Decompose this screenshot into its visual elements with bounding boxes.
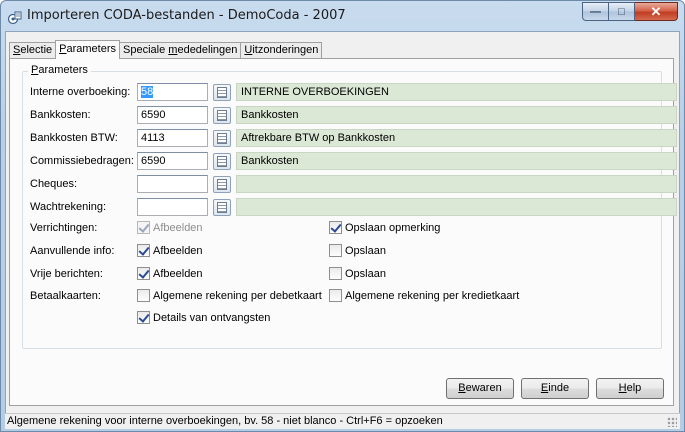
verrichtingen-afbeelden-checkbox[interactable]: Afbeelden — [137, 221, 203, 234]
lookup-list-icon — [217, 87, 227, 98]
interne-overboeking-code-input[interactable]: 58 — [137, 83, 208, 101]
button-label: ewaren — [465, 382, 502, 394]
label-cheques: Cheques: — [30, 178, 78, 190]
tab-uitzonderingen[interactable]: Uitzonderingen — [240, 42, 323, 58]
label-bankkosten-btw: Bankkosten BTW: — [30, 132, 118, 144]
groupbox-title: Parameters — [28, 64, 91, 76]
commissiebedragen-code-input[interactable]: 6590 — [137, 152, 208, 170]
tab-label-post: electie — [20, 44, 53, 56]
close-window-button[interactable]: ✕ — [635, 2, 678, 21]
tab-label-pre: Speciale — [123, 44, 169, 56]
lookup-button-bankkosten-btw[interactable] — [213, 130, 231, 147]
vrije-berichten-opslaan-checkbox[interactable]: Opslaan — [329, 267, 386, 280]
checkbox-box — [137, 289, 150, 302]
checkbox-label: Opslaan — [345, 267, 386, 280]
button-accel: B — [458, 382, 466, 394]
status-bar: Algemene rekening voor interne overboeki… — [5, 413, 680, 429]
button-label: inde — [548, 382, 570, 394]
lookup-button-interne-overboeking[interactable] — [213, 84, 231, 101]
verrichtingen-opslaan-opmerking-checkbox[interactable]: Opslaan opmerking — [329, 221, 440, 234]
window-title: Importeren CODA-bestanden - DemoCoda - 2… — [27, 8, 346, 23]
bankkosten-code-input[interactable]: 6590 — [137, 106, 208, 124]
dialog-client-area: Selectie Parameters Speciale mededelinge… — [5, 31, 680, 427]
checkbox-label: Afbeelden — [153, 244, 203, 257]
selected-code-text: 58 — [141, 86, 154, 98]
window-controls: — □ ✕ — [582, 2, 678, 22]
label-bankkosten: Bankkosten: — [30, 109, 91, 121]
title-bar[interactable]: Importeren CODA-bestanden - DemoCoda - 2… — [1, 1, 684, 31]
label-vrije-berichten: Vrije berichten: — [30, 268, 103, 280]
checkbox-box — [137, 267, 150, 280]
lookup-list-icon — [217, 133, 227, 144]
lookup-button-bankkosten[interactable] — [213, 107, 231, 124]
kredietkaart-rekening-checkbox[interactable]: Algemene rekening per kredietkaart — [329, 289, 519, 302]
button-label: elp — [626, 382, 642, 394]
tab-label-post: arameters — [66, 43, 117, 55]
label-verrichtingen: Verrichtingen: — [30, 222, 98, 234]
checkbox-box — [329, 221, 342, 234]
tab-speciale-mededelingen[interactable]: Speciale mededelingen — [119, 42, 242, 58]
button-accel: H — [618, 382, 627, 394]
einde-button[interactable]: Einde — [521, 378, 589, 399]
bewaren-button[interactable]: Bewaren — [446, 378, 514, 399]
help-button[interactable]: Help — [596, 378, 664, 399]
commissiebedragen-description: Bankkosten — [236, 152, 677, 170]
label-betaalkaarten: Betaalkaarten: — [30, 290, 101, 302]
checkbox-label: Opslaan — [345, 244, 386, 257]
maximize-button[interactable]: □ — [609, 2, 635, 21]
aanvullende-info-afbeelden-checkbox[interactable]: Afbeelden — [137, 244, 203, 257]
details-ontvangsten-checkbox[interactable]: Details van ontvangsten — [137, 311, 270, 324]
checkbox-label: Afbeelden — [153, 267, 203, 280]
checkbox-label: Algemene rekening per kredietkaart — [345, 289, 520, 302]
checkbox-box — [329, 244, 342, 257]
parameters-panel: Parameters Interne overboeking: 58 INTER… — [9, 58, 677, 406]
label-interne-overboeking: Interne overboeking: — [30, 86, 131, 98]
cheques-code-input[interactable] — [137, 175, 208, 193]
checkbox-box — [137, 311, 150, 324]
wachtrekening-description — [236, 198, 677, 216]
interne-overboeking-description: INTERNE OVERBOEKINGEN — [236, 83, 677, 101]
tab-label-post: ededelingen — [177, 44, 238, 56]
wachtrekening-code-input[interactable] — [137, 198, 208, 216]
checkbox-box — [137, 221, 150, 234]
lookup-list-icon — [217, 179, 227, 190]
bankkosten-description: Bankkosten — [236, 106, 677, 124]
checkbox-label: Opslaan opmerking — [345, 221, 441, 234]
tab-strip: Selectie Parameters Speciale mededelinge… — [9, 40, 323, 59]
checkbox-box — [329, 289, 342, 302]
label-aanvullende-info: Aanvullende info: — [30, 245, 115, 257]
aanvullende-info-opslaan-checkbox[interactable]: Opslaan — [329, 244, 386, 257]
checkbox-box — [137, 244, 150, 257]
tab-selectie[interactable]: Selectie — [9, 42, 57, 58]
label-commissiebedragen: Commissiebedragen: — [30, 155, 134, 167]
coda-app-icon — [7, 11, 22, 25]
minimize-button[interactable]: — — [582, 2, 609, 21]
vrije-berichten-afbeelden-checkbox[interactable]: Afbeelden — [137, 267, 203, 280]
debetkaart-rekening-checkbox[interactable]: Algemene rekening per debetkaart — [137, 289, 322, 302]
lookup-button-wachtrekening[interactable] — [213, 199, 231, 216]
lookup-button-cheques[interactable] — [213, 176, 231, 193]
lookup-list-icon — [217, 202, 227, 213]
bankkosten-btw-code-input[interactable]: 4113 — [137, 129, 208, 147]
tab-parameters[interactable]: Parameters — [55, 40, 121, 59]
checkbox-label: Details van ontvangsten — [153, 311, 271, 324]
app-window: Importeren CODA-bestanden - DemoCoda - 2… — [0, 0, 685, 432]
bankkosten-btw-description: Aftrekbare BTW op Bankkosten — [236, 129, 677, 147]
lookup-button-commissiebedragen[interactable] — [213, 153, 231, 170]
label-wachtrekening: Wachtrekening: — [30, 201, 107, 213]
checkbox-box — [329, 267, 342, 280]
status-text: Algemene rekening voor interne overboeki… — [7, 415, 443, 427]
resize-grip-icon[interactable] — [667, 417, 677, 427]
group-title-post: arameters — [38, 64, 88, 76]
tab-label-post: itzonderingen — [252, 44, 319, 56]
lookup-list-icon — [217, 156, 227, 167]
checkbox-label: Afbeelden — [153, 221, 203, 234]
cheques-description — [236, 175, 677, 193]
lookup-list-icon — [217, 110, 227, 121]
checkbox-label: Algemene rekening per debetkaart — [153, 289, 322, 302]
